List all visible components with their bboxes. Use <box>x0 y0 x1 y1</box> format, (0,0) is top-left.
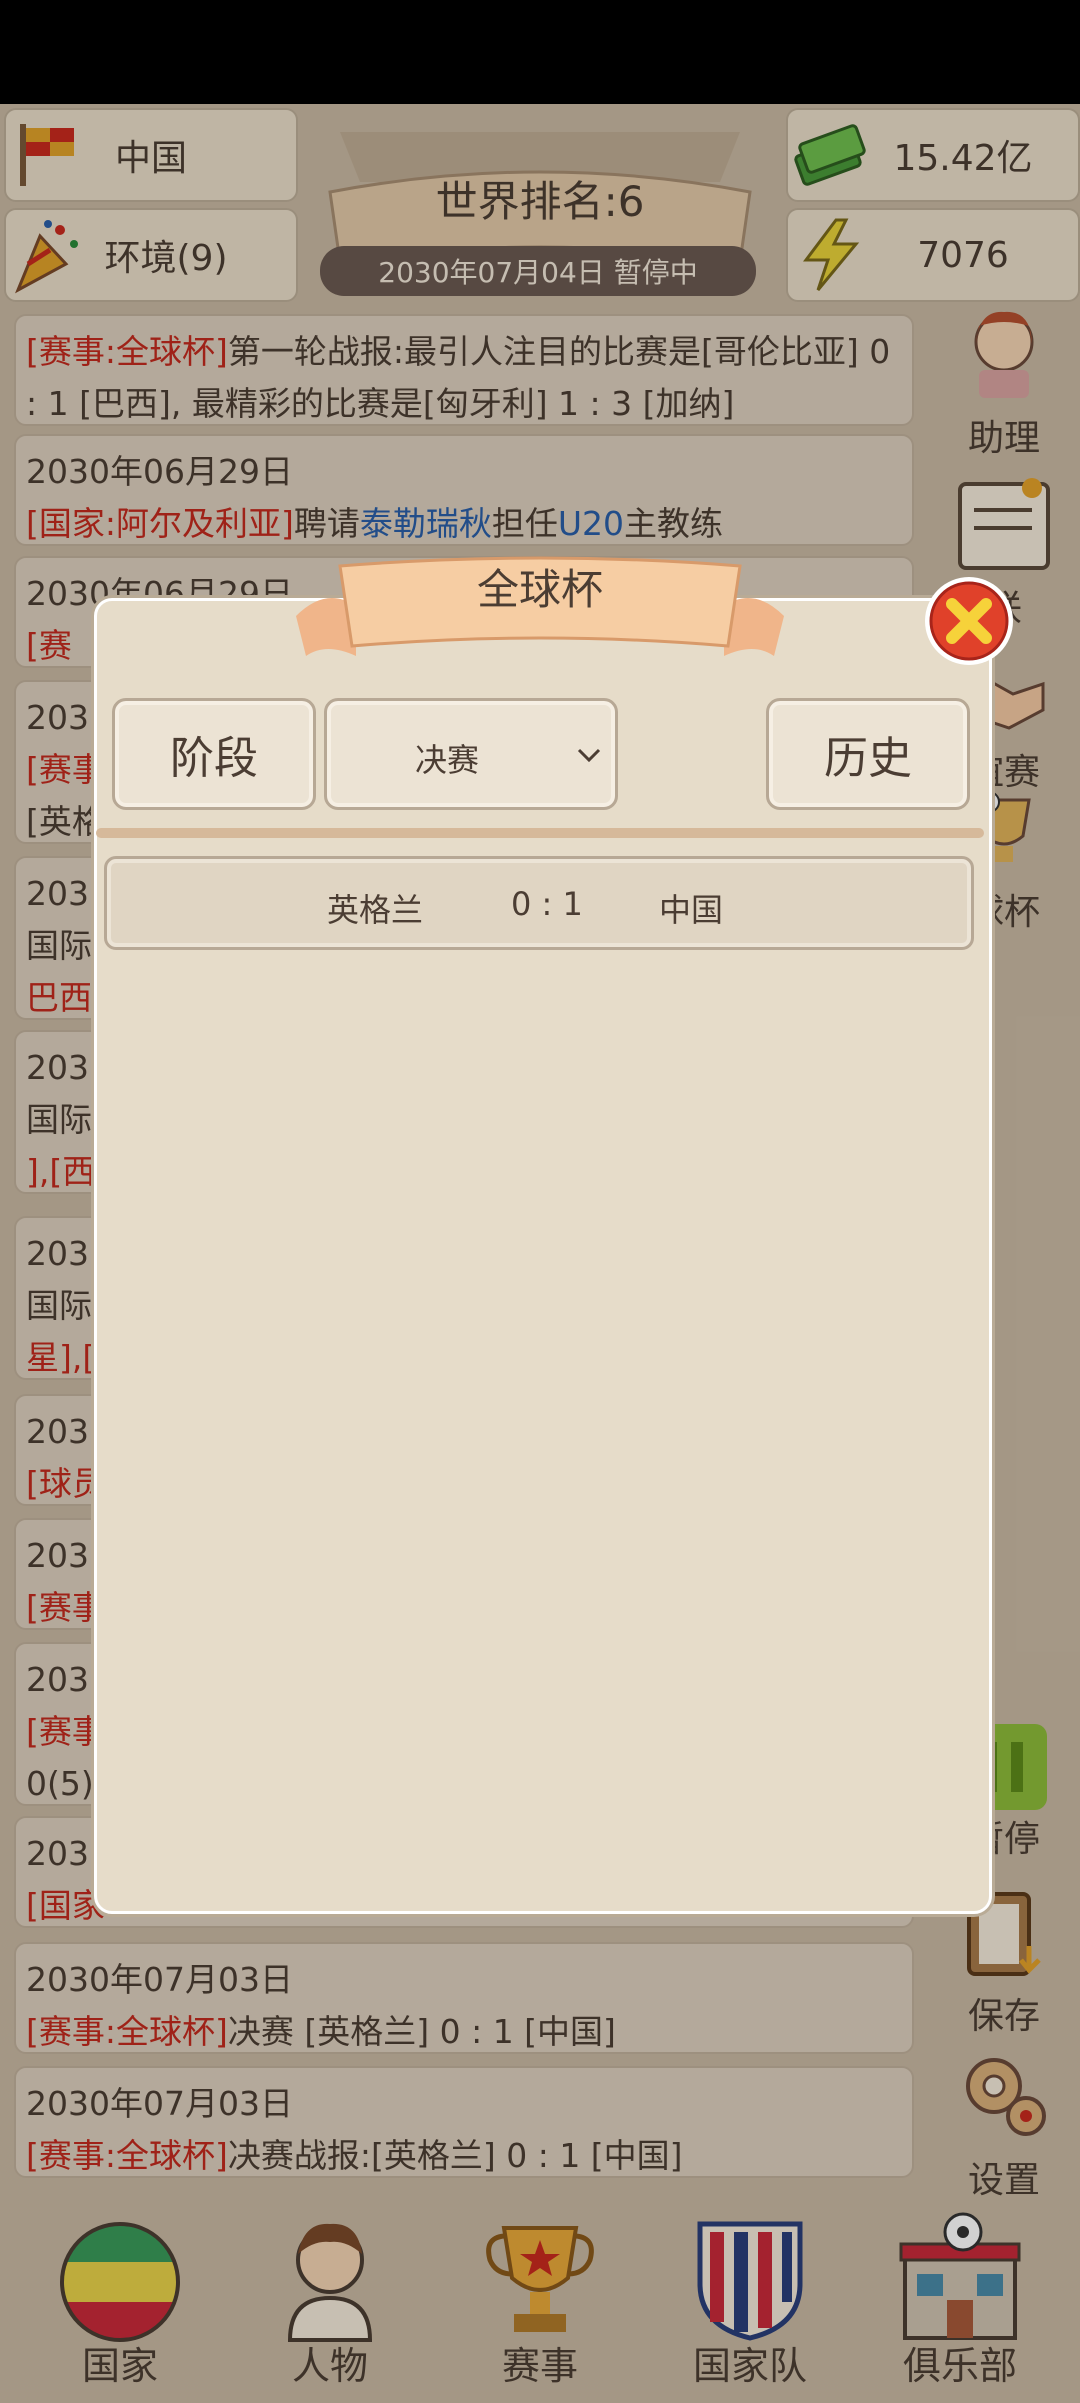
stage-label: 阶段 <box>170 733 258 784</box>
modal-divider <box>96 828 984 838</box>
modal-title: 全球杯 <box>476 565 603 614</box>
stage-select-value: 决赛 <box>414 741 479 779</box>
match-score: 0 : 1 <box>511 885 583 923</box>
match-row[interactable]: 英格兰 0 : 1 中国 <box>104 856 974 950</box>
stage-button[interactable]: 阶段 <box>112 698 316 810</box>
history-label: 历史 <box>824 733 912 784</box>
chevron-down-icon <box>577 748 601 763</box>
stage-select[interactable]: 决赛 <box>324 698 618 810</box>
home-team: 英格兰 <box>327 891 424 929</box>
away-team: 中国 <box>659 891 724 929</box>
history-button[interactable]: 历史 <box>766 698 970 810</box>
close-icon[interactable] <box>922 574 1016 668</box>
